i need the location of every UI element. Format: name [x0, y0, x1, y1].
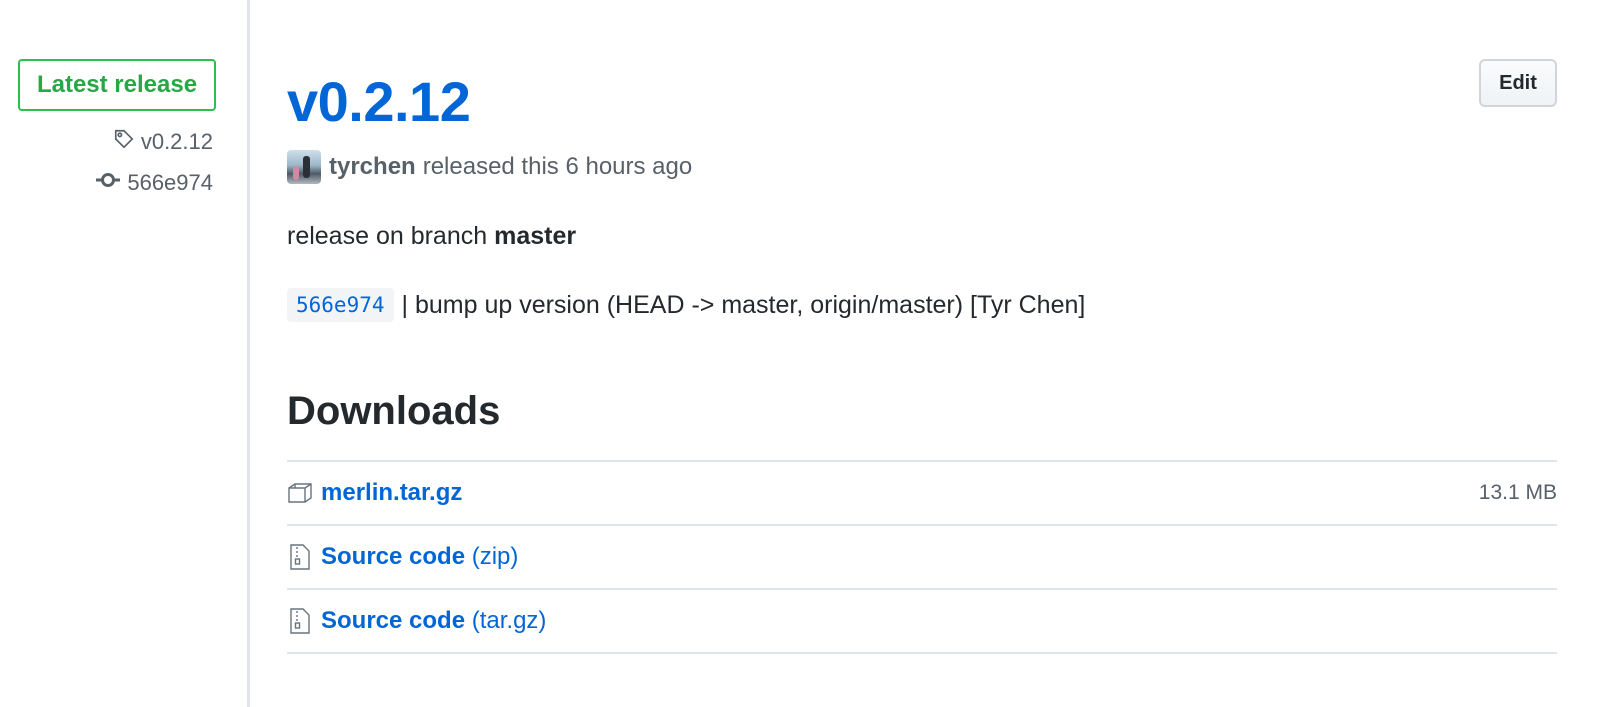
release-sidebar: Latest release v0.2.12 566e974 [0, 0, 250, 707]
release-page: Latest release v0.2.12 566e974 v0.2.12 E… [0, 0, 1600, 707]
download-size: 13.1 MB [1478, 481, 1557, 504]
release-author-line: tyrchen released this 6 hours ago [287, 150, 692, 184]
commit-icon [95, 170, 121, 196]
tag-link[interactable]: v0.2.12 [113, 128, 213, 156]
package-icon [287, 480, 313, 506]
download-name: Source code [321, 543, 466, 570]
file-zip-icon [287, 608, 313, 634]
downloads-heading: Downloads [287, 389, 501, 433]
commit-message: | bump up version (HEAD -> master, origi… [401, 290, 1086, 319]
download-row: merlin.tar.gz 13.1 MB [287, 460, 1557, 524]
tag-name[interactable]: v0.2.12 [141, 129, 213, 155]
download-row: Source code (tar.gz) [287, 588, 1557, 654]
avatar[interactable] [287, 150, 321, 184]
commit-sha[interactable]: 566e974 [127, 170, 213, 196]
latest-release-badge: Latest release [18, 59, 216, 111]
commit-sha-code[interactable]: 566e974 [287, 288, 394, 322]
release-title[interactable]: v0.2.12 [287, 66, 471, 138]
download-row: Source code (zip) [287, 524, 1557, 588]
download-name: Source code [321, 607, 466, 634]
released-time: released this 6 hours ago [422, 153, 693, 180]
commit-link[interactable]: 566e974 [95, 170, 213, 196]
release-body: release on branch master [287, 222, 576, 251]
downloads-list: merlin.tar.gz 13.1 MB Source code (zip) [287, 460, 1557, 654]
download-name: merlin.tar.gz [321, 479, 463, 506]
file-zip-icon [287, 544, 313, 570]
commit-line: 566e974 | bump up version (HEAD -> maste… [287, 288, 1085, 322]
author-name[interactable]: tyrchen [329, 153, 416, 181]
tag-icon [113, 128, 135, 156]
body-prefix: release on branch [287, 222, 488, 250]
download-ext: (tar.gz) [471, 607, 547, 634]
download-ext: (zip) [471, 543, 519, 570]
download-link-merlin[interactable]: merlin.tar.gz [321, 479, 462, 507]
body-branch: master [494, 222, 577, 250]
download-link-source-zip[interactable]: Source code (zip) [321, 543, 518, 571]
download-link-source-targz[interactable]: Source code (tar.gz) [321, 607, 546, 635]
edit-button[interactable]: Edit [1479, 59, 1557, 107]
